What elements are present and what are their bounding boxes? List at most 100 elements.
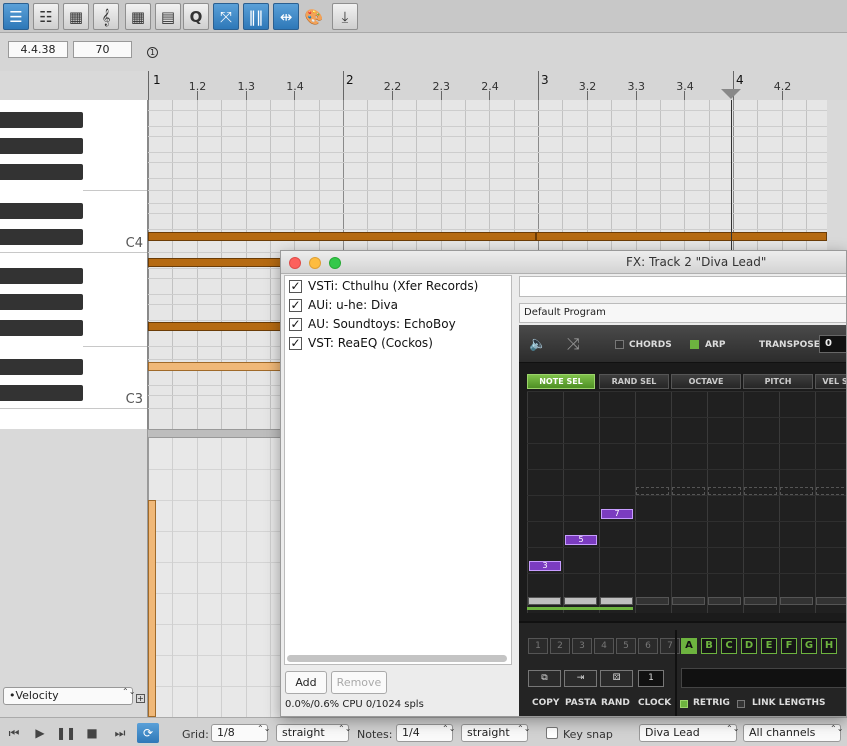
piano-keyboard[interactable]: C4 C3: [0, 100, 148, 429]
seq-empty-slot[interactable]: [780, 487, 813, 495]
tab-octave[interactable]: OCTAVE: [671, 374, 741, 389]
arp-note[interactable]: 7: [601, 509, 633, 519]
black-key[interactable]: [0, 229, 83, 245]
fx-enabled-checkbox[interactable]: ✓: [289, 317, 302, 331]
notation-view-icon[interactable]: 𝄞: [93, 3, 119, 30]
split-icon[interactable]: ⇹: [273, 3, 299, 30]
horizontal-scrollbar[interactable]: [287, 655, 507, 662]
fx-item[interactable]: ✓ VST: ReaEQ (Cockos): [289, 334, 433, 352]
forward-icon[interactable]: ⏭: [109, 723, 131, 743]
step-button[interactable]: 1: [528, 638, 548, 654]
step-button[interactable]: 2: [550, 638, 570, 654]
track-select[interactable]: Diva Lead: [639, 724, 737, 742]
seq-length-handle[interactable]: [744, 597, 777, 605]
rewind-icon[interactable]: ⏮: [3, 723, 25, 743]
fx-title-bar[interactable]: FX: Track 2 "Diva Lead": [281, 251, 846, 274]
pattern-key[interactable]: B: [701, 638, 717, 654]
add-lane-icon[interactable]: +: [136, 694, 145, 703]
quantize-icon[interactable]: Q: [183, 3, 209, 30]
black-key[interactable]: [0, 112, 83, 128]
fx-item[interactable]: ✓ AU: Soundtoys: EchoBoy: [289, 315, 456, 333]
seq-length-handle[interactable]: [672, 597, 705, 605]
stop-icon[interactable]: ■: [81, 723, 103, 743]
named-notes-view-icon[interactable]: ☷: [33, 3, 59, 30]
pattern-key[interactable]: C: [721, 638, 737, 654]
seq-empty-slot[interactable]: [672, 487, 705, 495]
palette-icon[interactable]: 🎨: [301, 3, 327, 30]
preset-select[interactable]: Default Program: [519, 303, 846, 323]
pattern-key[interactable]: F: [781, 638, 797, 654]
arp-note[interactable]: 5: [565, 535, 597, 545]
zoom-icon[interactable]: [329, 257, 341, 269]
pause-icon[interactable]: ❚❚: [55, 723, 77, 743]
seq-empty-slot[interactable]: [708, 487, 741, 495]
speaker-icon[interactable]: 🔈: [529, 336, 546, 352]
seq-length-handle[interactable]: [780, 597, 813, 605]
transpose-value[interactable]: 0: [819, 335, 846, 353]
remove-fx-button[interactable]: Remove: [331, 671, 387, 694]
midi-note[interactable]: [148, 258, 288, 267]
pattern-key[interactable]: H: [821, 638, 837, 654]
paste-icon[interactable]: ⇥: [564, 670, 597, 687]
notes-mode-select[interactable]: straight: [461, 724, 528, 742]
pattern-key[interactable]: A: [681, 638, 697, 654]
arp-step-grid[interactable]: [527, 391, 846, 613]
fx-search-field[interactable]: [519, 276, 846, 297]
fx-chain-list[interactable]: ✓ VSTi: Cthulhu (Xfer Records) ✓ AUi: u-he…: [284, 275, 512, 665]
step-button[interactable]: 7: [660, 638, 680, 654]
piano-roll-view-icon[interactable]: ☰: [3, 3, 29, 30]
arp-toggle[interactable]: [690, 340, 699, 349]
fx-enabled-checkbox[interactable]: ✓: [289, 336, 302, 350]
grid-mode-select[interactable]: straight: [276, 724, 349, 742]
copy-icon[interactable]: ⧉: [528, 670, 561, 687]
black-key[interactable]: [0, 164, 83, 180]
fx-enabled-checkbox[interactable]: ✓: [289, 298, 302, 312]
fx-enabled-checkbox[interactable]: ✓: [289, 279, 302, 293]
seq-length-handle[interactable]: [636, 597, 669, 605]
notes-select[interactable]: 1/4: [396, 724, 453, 742]
edit-cursor-icon[interactable]: ⤧: [213, 3, 239, 30]
step-button[interactable]: 6: [638, 638, 658, 654]
fx-item[interactable]: ✓ AUi: u-he: Diva: [289, 296, 398, 314]
random-icon[interactable]: ⚄: [600, 670, 633, 687]
bars-icon[interactable]: ‖‖: [243, 3, 269, 30]
fx-item[interactable]: ✓ VSTi: Cthulhu (Xfer Records): [289, 277, 478, 295]
link-lengths-toggle[interactable]: [737, 700, 745, 708]
seq-length-handle[interactable]: [564, 597, 597, 605]
tab-rand-sel[interactable]: RAND SEL: [599, 374, 669, 389]
key-snap-checkbox[interactable]: [546, 727, 558, 739]
timeline-ruler[interactable]: 1 1.2 1.3 1.4 2 2.2 2.3 2.4 3 3.2 3.3 3.4 4 4.2: [148, 71, 847, 100]
seq-length-handle[interactable]: [600, 597, 633, 605]
velocity-bar[interactable]: [148, 500, 156, 717]
black-key[interactable]: [0, 138, 83, 154]
tab-vel[interactable]: VEL S: [815, 374, 846, 389]
loop-icon[interactable]: ⟳: [137, 723, 159, 743]
midi-note-selected[interactable]: [148, 362, 288, 371]
take-marker[interactable]: 1: [147, 47, 158, 58]
black-key[interactable]: [0, 320, 83, 336]
chords-toggle[interactable]: [615, 340, 624, 349]
seq-length-handle[interactable]: [708, 597, 741, 605]
black-key[interactable]: [0, 359, 83, 375]
playhead-marker[interactable]: [721, 89, 741, 99]
retrig-toggle[interactable]: [680, 700, 688, 708]
seq-length-handle[interactable]: [528, 597, 561, 605]
position-field[interactable]: 4.4.38: [8, 41, 68, 58]
add-fx-button[interactable]: Add: [285, 671, 327, 694]
download-icon[interactable]: ⤓: [332, 3, 358, 30]
step-button[interactable]: 4: [594, 638, 614, 654]
close-icon[interactable]: [289, 257, 301, 269]
velocity-field[interactable]: 70: [73, 41, 132, 58]
midi-note[interactable]: [148, 232, 536, 241]
snap-grid-icon[interactable]: ▤: [155, 3, 181, 30]
arp-note[interactable]: 3: [529, 561, 561, 571]
pattern-key[interactable]: G: [801, 638, 817, 654]
seq-empty-slot[interactable]: [636, 487, 669, 495]
event-list-view-icon[interactable]: ▦: [63, 3, 89, 30]
seq-empty-slot[interactable]: [744, 487, 777, 495]
midi-note[interactable]: [148, 322, 288, 331]
clock-value[interactable]: 1: [638, 670, 664, 687]
grid-select[interactable]: 1/8: [211, 724, 268, 742]
midi-note[interactable]: [536, 232, 827, 241]
seq-length-handle[interactable]: [816, 597, 846, 605]
